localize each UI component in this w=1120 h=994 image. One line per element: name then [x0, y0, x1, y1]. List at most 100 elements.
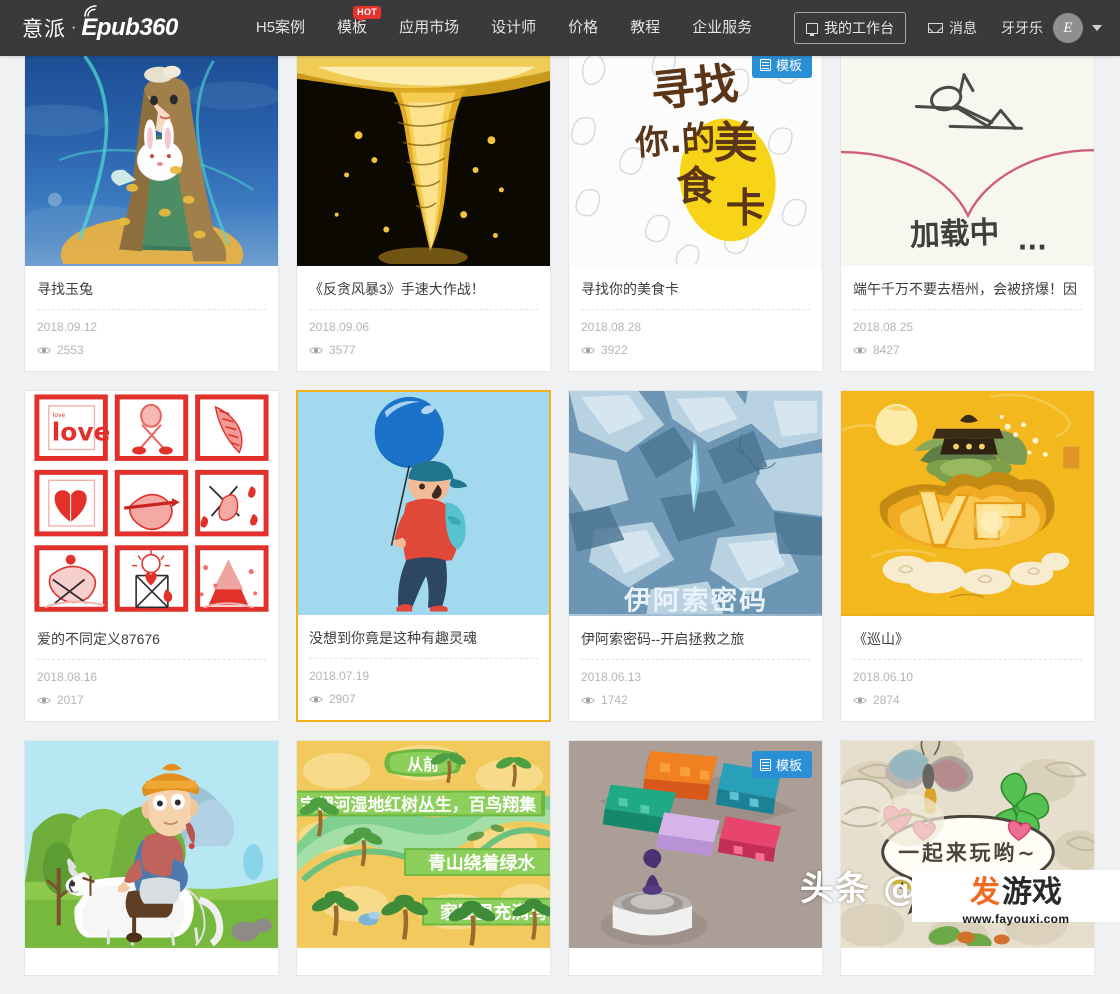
- nav-item-designers[interactable]: 设计师: [475, 0, 552, 56]
- card-views-count: 8427: [873, 343, 900, 357]
- username-label[interactable]: 牙牙乐: [1001, 18, 1043, 38]
- messages-label: 消息: [949, 20, 977, 36]
- card-date: 2018.08.25: [853, 320, 914, 334]
- eye-icon: [37, 346, 51, 354]
- card-title: 爱的不同定义87676: [37, 629, 266, 660]
- card-views-count: 3577: [329, 343, 356, 357]
- case-card[interactable]: 从前 宝翎河湿地红树丛生，百鸟翔集 青山绕着绿水 家园里充满鸟: [296, 740, 551, 976]
- case-card[interactable]: 没想到你竟是这种有趣灵魂 2018.07.19 2907: [296, 390, 551, 722]
- card-views-count: 2874: [873, 693, 900, 707]
- card-date: 2018.07.19: [309, 669, 370, 683]
- nav-item-enterprise-services[interactable]: 企业服务: [676, 0, 768, 56]
- card-thumbnail[interactable]: 伊阿索密码: [569, 391, 822, 616]
- card-info: 寻找你的美食卡 2018.08.28 3922: [569, 266, 822, 371]
- card-date: 2018.09.06: [309, 320, 370, 334]
- card-views: 2907: [309, 692, 538, 706]
- card-views-count: 2553: [57, 343, 84, 357]
- card-title: 端午千万不要去梧州，会被挤爆！因: [853, 279, 1082, 310]
- chevron-down-icon[interactable]: [1092, 25, 1102, 31]
- envelope-icon: [928, 23, 943, 33]
- card-title: 《反贪风暴3》手速大作战！: [309, 279, 538, 310]
- site-logo[interactable]: 意派 · Epub360: [22, 0, 178, 56]
- card-thumbnail[interactable]: [841, 391, 1094, 616]
- card-views: 2874: [853, 693, 1082, 707]
- template-badge-label: 模板: [775, 758, 802, 773]
- balloon-boy-illustration: [298, 392, 549, 612]
- card-title: 伊阿索密码--开启拯救之旅: [581, 629, 810, 660]
- nav-item-pricing[interactable]: 价格: [552, 0, 614, 56]
- logo-english-label: Epub360: [81, 14, 178, 41]
- messages-link[interactable]: 消息: [928, 18, 977, 38]
- card-thumbnail[interactable]: 加载中 ...: [841, 41, 1094, 266]
- card-thumbnail[interactable]: [25, 741, 278, 948]
- svg-text:...: ...: [1018, 226, 1047, 256]
- case-card[interactable]: love love 爱的不同定义87676 2018.08.16 2017: [24, 390, 279, 722]
- card-views-count: 1742: [601, 693, 628, 707]
- eye-icon: [581, 696, 595, 704]
- fayouxi-logo-fa: 发: [970, 874, 1000, 910]
- card-thumbnail[interactable]: 模板: [569, 741, 822, 948]
- nav-item-templates[interactable]: 模板 HOT: [321, 0, 383, 56]
- nav-item-tutorials[interactable]: 教程: [614, 0, 676, 56]
- card-views-count: 3922: [601, 343, 628, 357]
- my-workbench-button[interactable]: 我的工作台: [794, 12, 906, 44]
- case-card[interactable]: 模板: [568, 740, 823, 976]
- nav-item-h5-cases[interactable]: H5案例: [240, 0, 321, 56]
- card-thumbnail[interactable]: [25, 41, 278, 266]
- card-info: [25, 948, 278, 975]
- golden-tornado-illustration: [297, 41, 550, 265]
- card-thumbnail[interactable]: [297, 41, 550, 266]
- xunshan-illustration: [841, 391, 1094, 615]
- case-card[interactable]: 一起来玩哟~: [840, 740, 1095, 976]
- case-card[interactable]: 寻找玉兔 2018.09.12 2553: [24, 40, 279, 372]
- card-date: 2018.08.28: [581, 320, 642, 334]
- fayouxi-logo-row: 发 游戏: [970, 867, 1062, 911]
- card-thumbnail[interactable]: love love: [25, 391, 278, 616]
- svg-text:加载中: 加载中: [910, 215, 1000, 253]
- card-info: [569, 948, 822, 975]
- card-info: 伊阿索密码--开启拯救之旅 2018.06.13 1742: [569, 616, 822, 721]
- nav-item-app-market[interactable]: 应用市场: [383, 0, 475, 56]
- main-nav: H5案例 模板 HOT 应用市场 设计师 价格 教程 企业服务: [240, 0, 768, 56]
- eye-icon: [309, 346, 323, 354]
- card-thumbnail[interactable]: 从前 宝翎河湿地红树丛生，百鸟翔集 青山绕着绿水 家园里充满鸟: [297, 741, 550, 948]
- changge-illustration: [25, 54, 278, 265]
- ice-cliff-illustration: 伊阿索密码: [569, 391, 822, 615]
- horse-rider-illustration: [25, 741, 278, 947]
- card-info: 《反贪风暴3》手速大作战！ 2018.09.06 3577: [297, 266, 550, 371]
- card-date: 2018.06.10: [853, 670, 914, 684]
- case-card[interactable]: 加载中 ... 端午千万不要去梧州，会被挤爆！因 2018.08.25 8427: [840, 40, 1095, 372]
- svg-text:你.的: 你.的: [633, 118, 717, 163]
- header-right-group: 我的工作台 消息 牙牙乐 E: [794, 12, 1102, 44]
- svg-text:伊阿索密码: 伊阿索密码: [623, 584, 768, 614]
- card-thumbnail[interactable]: [298, 392, 549, 615]
- nav-label: 应用市场: [399, 19, 460, 36]
- case-card[interactable]: 寻找 你.的 美 食 卡 模板 寻找你的美食卡 2018.08.28 3922: [568, 40, 823, 372]
- card-info: 《巡山》 2018.06.10 2874: [841, 616, 1094, 721]
- template-badge: 模板: [751, 751, 812, 778]
- logo-chinese-text: 意派: [22, 18, 66, 41]
- case-card[interactable]: 《反贪风暴3》手速大作战！ 2018.09.06 3577: [296, 40, 551, 372]
- eye-icon: [853, 696, 867, 704]
- card-thumbnail[interactable]: 寻找 你.的 美 食 卡 模板: [569, 41, 822, 266]
- case-card[interactable]: [24, 740, 279, 976]
- card-views: 2017: [37, 693, 266, 707]
- monitor-icon: [806, 22, 818, 36]
- card-info: 寻找玉兔 2018.09.12 2553: [25, 266, 278, 371]
- card-date: 2018.09.12: [37, 320, 98, 334]
- toutiao-watermark: 头条 @: [800, 869, 918, 909]
- hot-badge: HOT: [353, 6, 382, 22]
- card-info: 端午千万不要去梧州，会被挤爆！因 2018.08.25 8427: [841, 266, 1094, 371]
- svg-text:食: 食: [676, 164, 716, 210]
- svg-text:寻找: 寻找: [648, 58, 740, 118]
- eye-icon: [581, 346, 595, 354]
- case-card[interactable]: 《巡山》 2018.06.10 2874: [840, 390, 1095, 722]
- card-views: 3922: [581, 343, 810, 357]
- card-views: 3577: [309, 343, 538, 357]
- case-card[interactable]: 伊阿索密码 伊阿索密码--开启拯救之旅 2018.06.13 1742: [568, 390, 823, 722]
- card-views: 2553: [37, 343, 266, 357]
- svg-text:美: 美: [714, 118, 758, 169]
- avatar[interactable]: E: [1053, 13, 1083, 43]
- logo-separator: ·: [71, 19, 77, 36]
- card-views: 8427: [853, 343, 1082, 357]
